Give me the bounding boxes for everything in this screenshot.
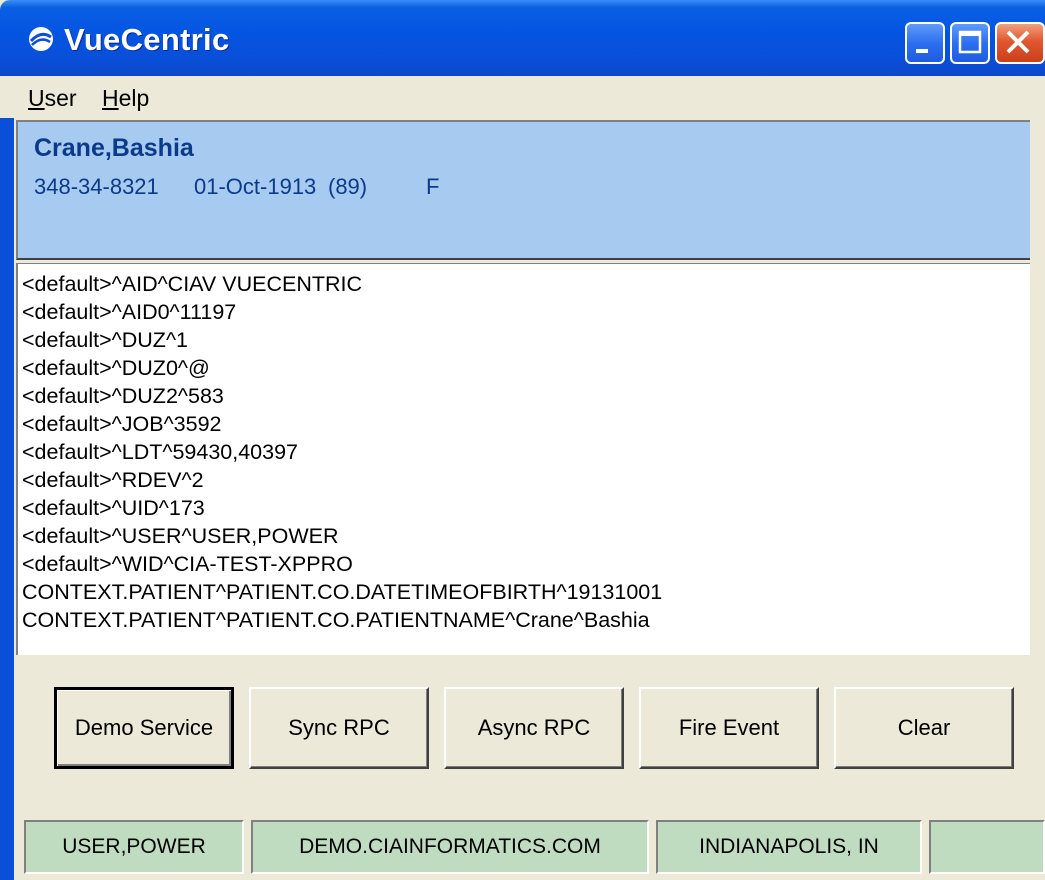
patient-dob: 01-Oct-1913 <box>194 174 317 199</box>
status-server: DEMO.CIAINFORMATICS.COM <box>251 820 649 874</box>
menu-user[interactable]: User <box>28 85 77 112</box>
status-user: USER,POWER <box>24 820 244 874</box>
log-line: <default>^RDEV^2 <box>22 468 204 492</box>
context-log-list[interactable]: <default>^AID^CIAV VUECENTRIC <default>^… <box>16 263 1030 655</box>
patient-name: Crane,Bashia <box>34 134 194 162</box>
status-extra <box>929 820 1045 874</box>
title-bar[interactable]: VueCentric <box>0 0 1045 76</box>
status-location: INDIANAPOLIS, IN <box>656 820 922 874</box>
vuecentric-logo-icon <box>28 26 54 52</box>
log-line: <default>^UID^173 <box>22 496 205 520</box>
patient-ssn: 348-34-8321 <box>34 174 159 199</box>
clear-button[interactable]: Clear <box>834 687 1014 769</box>
status-bar: USER,POWER DEMO.CIAINFORMATICS.COM INDIA… <box>16 808 1045 880</box>
sync-rpc-button[interactable]: Sync RPC <box>249 687 429 769</box>
menu-help-label: elp <box>118 85 150 111</box>
log-line: <default>^AID^CIAV VUECENTRIC <box>22 272 363 296</box>
menu-bar: User Help <box>0 76 1045 118</box>
menu-user-label: ser <box>44 85 77 111</box>
patient-age: (89) <box>328 174 368 199</box>
fire-event-button[interactable]: Fire Event <box>639 687 819 769</box>
log-line: <default>^WID^CIA-TEST-XPPRO <box>22 552 353 576</box>
log-line: <default>^DUZ^1 <box>22 328 188 352</box>
maximize-button[interactable] <box>950 22 990 64</box>
minimize-button[interactable] <box>905 22 945 64</box>
patient-header-panel: Crane,Bashia 348-34-8321 01-Oct-1913 (89… <box>16 120 1030 260</box>
demo-service-button[interactable]: Demo Service <box>54 687 234 769</box>
log-line: <default>^LDT^59430,40397 <box>22 440 299 464</box>
menu-help-accel: H <box>102 85 119 111</box>
menu-help[interactable]: Help <box>102 85 149 112</box>
log-line: CONTEXT.PATIENT^PATIENT.CO.PATIENTNAME^C… <box>22 608 650 632</box>
log-line: CONTEXT.PATIENT^PATIENT.CO.DATETIMEOFBIR… <box>22 580 663 604</box>
menu-user-accel: U <box>28 85 45 111</box>
log-line: <default>^AID0^11197 <box>22 300 237 324</box>
log-line: <default>^JOB^3592 <box>22 412 222 436</box>
log-line: <default>^USER^USER,POWER <box>22 524 339 548</box>
vuecentric-window: VueCentric User Help Crane,Bashia 348-34 <box>0 0 1045 880</box>
window-title: VueCentric <box>64 22 230 57</box>
log-line: <default>^DUZ2^583 <box>22 384 224 408</box>
async-rpc-button[interactable]: Async RPC <box>444 687 624 769</box>
close-button[interactable] <box>995 22 1045 64</box>
patient-sex: F <box>426 174 440 199</box>
window-left-border <box>0 76 14 880</box>
log-line: <default>^DUZ0^@ <box>22 356 210 380</box>
